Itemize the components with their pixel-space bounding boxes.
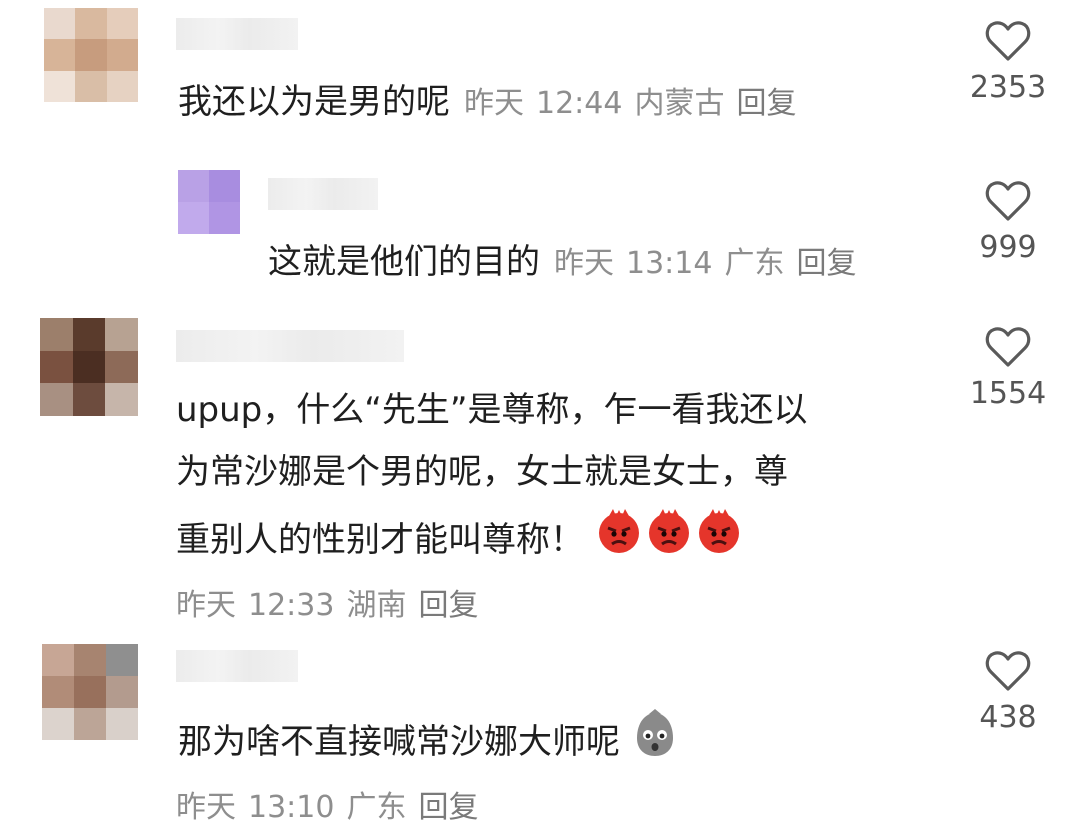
heart-outline-icon: [985, 651, 1031, 691]
avatar[interactable]: [44, 8, 138, 102]
like-count: 1554: [969, 376, 1047, 411]
comment-text: 这就是他们的目的 昨天 13:14 广东 回复: [268, 232, 868, 294]
username-blurred[interactable]: [268, 178, 378, 210]
reply-button[interactable]: 回复: [796, 246, 856, 281]
reply-button[interactable]: 回复: [418, 790, 478, 825]
comment-meta: 昨天 13:10 广东 回复: [176, 790, 479, 825]
reply-button[interactable]: 回复: [418, 588, 478, 623]
reply-button[interactable]: 回复: [736, 86, 796, 121]
avatar[interactable]: [42, 644, 138, 740]
comment-meta: 昨天 12:33 湖南 回复: [176, 588, 479, 623]
heart-outline-icon: [985, 181, 1031, 221]
like-button[interactable]: 999: [963, 180, 1053, 265]
like-button[interactable]: 2353: [963, 20, 1053, 105]
username-blurred[interactable]: [176, 330, 404, 362]
comment-text-line: upup，什么“先生”是尊称，乍一看我还以: [176, 390, 808, 430]
comment-text-line: 重别人的性别才能叫尊称！: [176, 506, 745, 577]
like-button[interactable]: 1554: [963, 326, 1053, 411]
avatar[interactable]: [40, 318, 138, 416]
heart-outline-icon: [985, 327, 1031, 367]
comment-text-line: 为常沙娜是个男的呢，女士就是女士，尊: [176, 452, 788, 492]
username-blurred[interactable]: [176, 18, 298, 50]
like-button[interactable]: 438: [963, 650, 1053, 735]
angry-face-emoji: [593, 506, 745, 577]
avatar[interactable]: [178, 170, 240, 234]
like-count: 2353: [969, 70, 1047, 105]
comment-meta: 昨天 12:44 内蒙古 回复: [464, 86, 797, 121]
username-blurred[interactable]: [176, 650, 298, 682]
like-count: 999: [979, 230, 1037, 265]
comment-meta: 昨天 13:14 广东 回复: [554, 246, 857, 281]
comment-text: 那为啥不直接喊常沙娜大师呢: [178, 708, 681, 779]
speechless-face-emoji: [629, 708, 681, 779]
heart-outline-icon: [985, 21, 1031, 61]
comment-text: 我还以为是男的呢 昨天 12:44 内蒙古 回复: [178, 72, 808, 134]
like-count: 438: [979, 700, 1037, 735]
